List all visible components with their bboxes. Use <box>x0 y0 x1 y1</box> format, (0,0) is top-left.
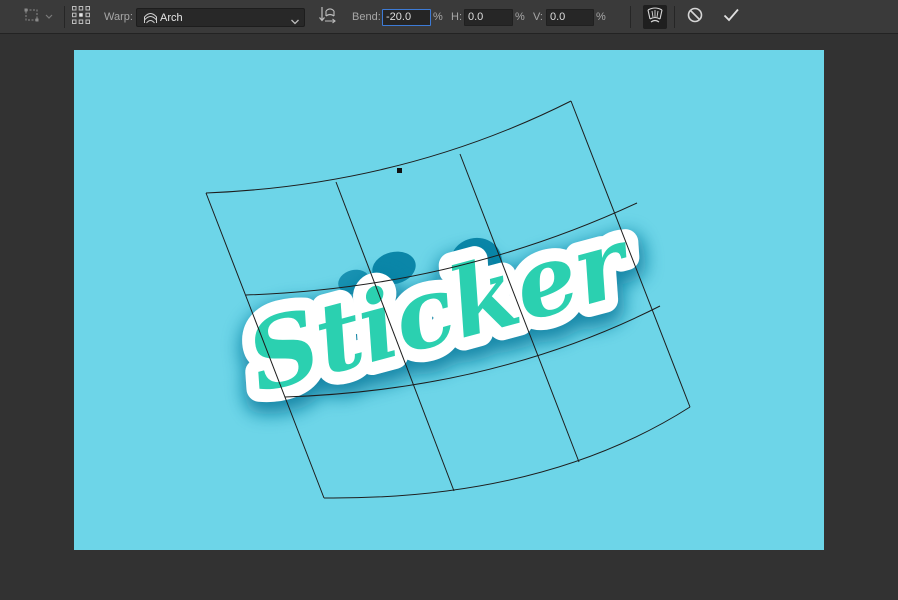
arch-icon <box>143 11 158 30</box>
cancel-transform-icon <box>686 6 704 29</box>
vertical-distortion-unit: % <box>596 11 606 23</box>
bend-input[interactable]: -20.0 <box>382 9 431 26</box>
warp-label: Warp: <box>104 11 133 23</box>
warp-style-value: Arch <box>160 12 183 24</box>
chevron-down-icon <box>290 13 300 31</box>
warp-style-dropdown[interactable]: Arch <box>136 8 305 27</box>
vertical-distortion-label: V: <box>533 11 543 23</box>
horizontal-distortion-unit: % <box>515 11 525 23</box>
warp-mode-toggle-button[interactable] <box>643 5 667 29</box>
cancel-transform-button[interactable] <box>684 6 706 28</box>
commit-transform-icon <box>722 6 740 29</box>
chevron-down-icon <box>44 8 54 26</box>
change-warp-orientation-icon <box>317 5 337 30</box>
options-bar: Warp: Arch Bend: -20.0 % H: 0.0 % V: 0.0… <box>0 0 898 34</box>
bend-label: Bend: <box>352 11 381 23</box>
horizontal-distortion-input[interactable]: 0.0 <box>464 9 513 26</box>
vertical-distortion-input[interactable]: 0.0 <box>546 9 594 26</box>
separator <box>64 6 65 28</box>
commit-transform-button[interactable] <box>720 6 742 28</box>
document-canvas[interactable]: Sticker Sticker Sticker <box>74 50 824 550</box>
warp-grid-button[interactable] <box>70 5 92 30</box>
tool-preset-picker[interactable] <box>16 7 60 27</box>
transform-tool-icon <box>22 6 44 29</box>
separator <box>630 6 631 28</box>
warp-grid-icon <box>71 5 91 30</box>
separator <box>674 6 675 28</box>
warp-mode-toggle-icon <box>645 5 665 30</box>
bend-unit: % <box>433 11 443 23</box>
bend-control-handle[interactable] <box>397 168 402 173</box>
horizontal-distortion-label: H: <box>451 11 462 23</box>
canvas-artwork: Sticker Sticker Sticker <box>74 50 824 550</box>
change-warp-orientation-button[interactable] <box>316 6 338 28</box>
